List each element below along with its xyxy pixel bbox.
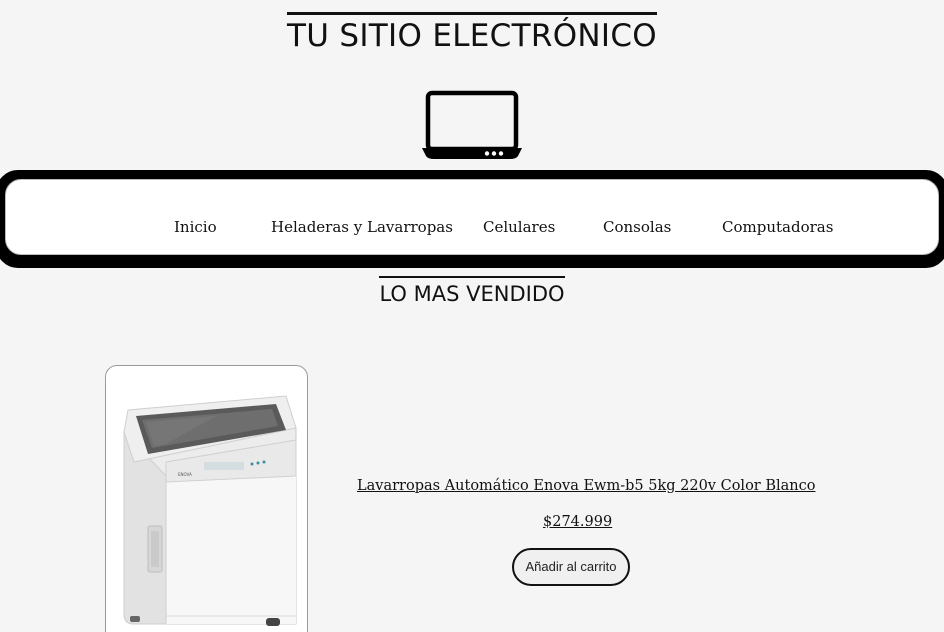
laptop-icon xyxy=(422,90,522,159)
add-to-cart-button[interactable]: Añadir al carrito xyxy=(512,548,630,586)
nav-item-heladeras-y-lavarropas[interactable]: Heladeras y Lavarropas xyxy=(271,218,453,236)
page: TU SITIO ELECTRÓNICO Inicio Heladeras y … xyxy=(0,0,944,632)
product-title-link[interactable]: Lavarropas Automático Enova Ewm-b5 5kg 2… xyxy=(357,478,815,494)
product-price: $274.999 xyxy=(543,514,613,530)
section-title: LO MAS VENDIDO xyxy=(379,276,565,308)
best-sellers-header: LO MAS VENDIDO xyxy=(0,276,944,308)
nav-bar: Inicio Heladeras y Lavarropas Celulares … xyxy=(5,179,939,255)
nav-item-computadoras[interactable]: Computadoras xyxy=(722,218,833,236)
nav-item-consolas[interactable]: Consolas xyxy=(603,218,671,236)
main-nav: Inicio Heladeras y Lavarropas Celulares … xyxy=(0,170,944,268)
site-header: TU SITIO ELECTRÓNICO xyxy=(0,12,944,55)
nav-item-inicio[interactable]: Inicio xyxy=(174,218,217,236)
nav-item-celulares[interactable]: Celulares xyxy=(483,218,555,236)
washing-machine-image: ENOVA xyxy=(123,395,297,626)
product-image-card[interactable]: ENOVA xyxy=(105,365,308,632)
svg-text:ENOVA: ENOVA xyxy=(178,472,192,477)
site-title: TU SITIO ELECTRÓNICO xyxy=(287,12,657,55)
